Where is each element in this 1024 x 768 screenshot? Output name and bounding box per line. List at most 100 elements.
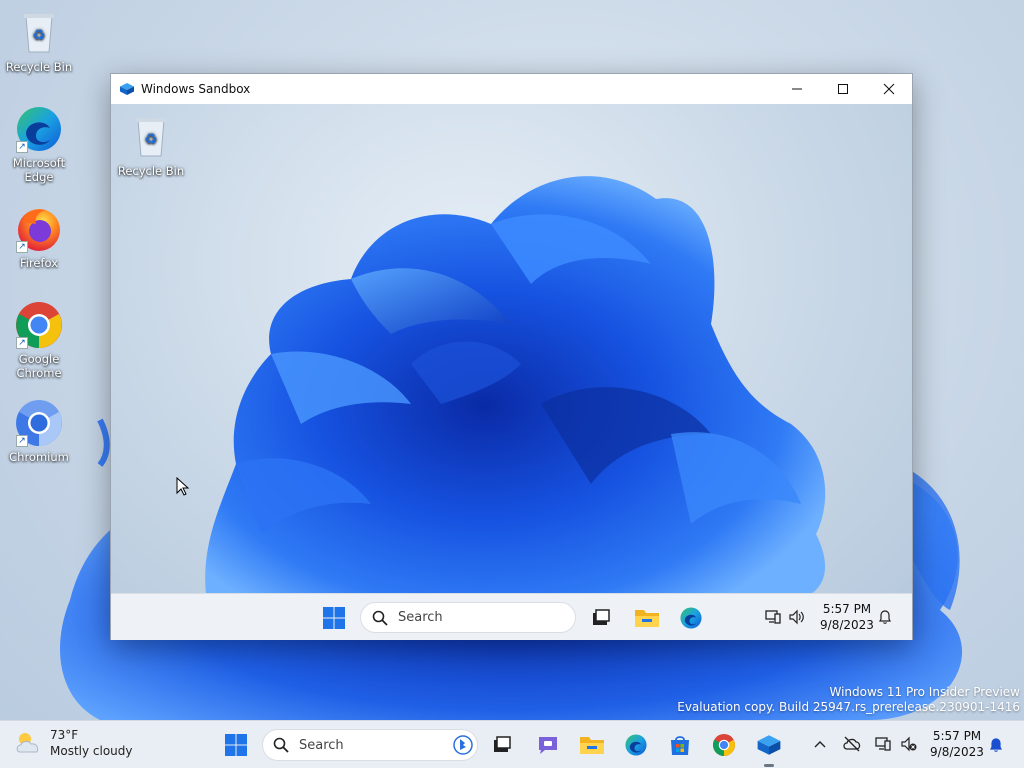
chevron-up-icon [814, 741, 826, 748]
search-icon [372, 610, 388, 626]
desktop-icon-edge[interactable]: ↗ Microsoft Edge [1, 104, 77, 184]
cloud-offline-icon [843, 736, 861, 752]
window-title: Windows Sandbox [141, 82, 251, 96]
sandbox-window[interactable]: Windows Sandbox ♻ Recycle Bin Search 5:5… [110, 73, 913, 640]
volume-status[interactable] [898, 734, 920, 754]
close-icon [883, 83, 895, 95]
maximize-button[interactable] [820, 74, 866, 104]
network-status[interactable] [872, 734, 894, 754]
sandbox-guest-desktop[interactable]: ♻ Recycle Bin Search 5:57 PM 9/8/2023 [111, 104, 912, 640]
taskbar-search-box[interactable]: Search [262, 729, 478, 761]
notifications-button[interactable] [987, 735, 1005, 755]
window-titlebar[interactable]: Windows Sandbox [111, 74, 912, 104]
onedrive-status[interactable] [840, 734, 864, 754]
network-icon [765, 610, 781, 624]
guest-network-icon[interactable] [763, 607, 783, 627]
shortcut-arrow-icon: ↗ [16, 337, 28, 349]
recycle-bin-icon: ♻ [126, 112, 176, 162]
guest-task-view-button[interactable] [589, 606, 613, 630]
desktop-icon-label: Firefox [19, 256, 59, 270]
edge-icon [680, 607, 702, 629]
folder-icon [580, 737, 604, 754]
guest-search-box[interactable]: Search [360, 602, 576, 633]
desktop-icon-label: Chromium [9, 450, 69, 464]
running-indicator [764, 764, 774, 767]
task-view-icon [494, 736, 511, 752]
network-icon [875, 737, 891, 751]
sandbox-app-icon [757, 735, 781, 755]
shortcut-arrow-icon: ↗ [16, 241, 28, 253]
task-view-icon [593, 609, 610, 625]
edge-icon: ↗ [14, 104, 64, 154]
watermark-line-2: Evaluation copy. Build 25947.rs_prerelea… [677, 700, 1020, 714]
guest-volume-icon[interactable] [787, 607, 807, 627]
search-placeholder: Search [398, 610, 443, 625]
weather-temperature: 73°F [50, 728, 79, 742]
taskbar-time: 5:57 PM [932, 729, 982, 743]
taskbar-clock[interactable]: 5:57 PM 9/8/2023 [922, 728, 992, 760]
minimize-button[interactable] [774, 74, 820, 104]
file-explorer-button[interactable] [578, 731, 606, 759]
volume-muted-icon [901, 736, 917, 752]
desktop-icon-chromium[interactable]: ↗ Chromium [1, 398, 77, 464]
close-button[interactable] [866, 74, 912, 104]
taskbar-date: 9/8/2023 [930, 745, 984, 759]
chromium-icon: ↗ [14, 398, 64, 448]
windows-logo-icon [225, 734, 247, 756]
desktop-icon-firefox[interactable]: ↗ Firefox [1, 204, 77, 270]
chrome-icon [712, 733, 736, 757]
store-icon [671, 736, 689, 755]
show-hidden-icons-button[interactable] [810, 735, 830, 755]
desktop-icon-label: Recycle Bin [117, 164, 185, 178]
teams-chat-button[interactable] [534, 731, 562, 759]
guest-file-explorer-button[interactable] [633, 604, 661, 632]
edge-button[interactable] [622, 731, 650, 759]
weather-description: Mostly cloudy [50, 744, 133, 758]
guest-date: 9/8/2023 [820, 618, 874, 632]
chat-icon [539, 737, 557, 754]
weather-widget[interactable]: 73°F Mostly cloudy [14, 727, 133, 759]
store-button[interactable] [666, 731, 694, 759]
bell-icon [879, 610, 891, 624]
evaluation-watermark: Windows 11 Pro Insider Preview Evaluatio… [677, 685, 1020, 715]
guest-clock[interactable]: 5:57 PM 9/8/2023 [811, 601, 883, 633]
sandbox-taskbar-button[interactable] [754, 729, 784, 761]
desktop-icon-label: Google Chrome [16, 352, 62, 380]
cloudy-weather-icon [16, 733, 39, 753]
watermark-line-1: Windows 11 Pro Insider Preview [829, 685, 1020, 699]
desktop-icon-label: Microsoft Edge [12, 156, 66, 184]
guest-edge-button[interactable] [677, 604, 705, 632]
guest-taskbar: Search 5:57 PM 9/8/2023 [111, 593, 912, 640]
guest-notifications-button[interactable] [876, 608, 894, 626]
bell-icon [990, 738, 1002, 752]
search-icon [273, 737, 289, 753]
svg-text:♻: ♻ [144, 130, 157, 148]
volume-icon [789, 609, 804, 625]
bing-icon [453, 735, 473, 755]
edge-icon [625, 734, 647, 756]
task-view-button[interactable] [490, 733, 514, 757]
sandbox-app-icon [120, 83, 134, 95]
shortcut-arrow-icon: ↗ [16, 141, 28, 153]
minimize-icon [792, 88, 802, 90]
recycle-bin-icon: ♻ [14, 8, 64, 58]
maximize-icon [838, 84, 848, 94]
desktop-icon-chrome[interactable]: ↗ Google Chrome [1, 300, 77, 380]
guest-start-button[interactable] [321, 605, 347, 631]
firefox-icon: ↗ [14, 204, 64, 254]
guest-wallpaper-bloom [205, 176, 826, 594]
guest-time: 5:57 PM [822, 602, 872, 616]
chrome-button[interactable] [710, 731, 738, 759]
mouse-cursor-icon [176, 477, 190, 496]
desktop-icon-recycle-bin[interactable]: ♻ Recycle Bin [1, 8, 77, 74]
folder-icon [635, 610, 659, 627]
host-taskbar: 73°F Mostly cloudy Search 5:57 PM 9/8/20… [0, 720, 1024, 768]
shortcut-arrow-icon: ↗ [16, 435, 28, 447]
svg-text:♻: ♻ [32, 26, 45, 44]
guest-desktop-icon-recycle-bin[interactable]: ♻ Recycle Bin [113, 112, 189, 178]
desktop-icon-label: Recycle Bin [5, 60, 73, 74]
search-placeholder: Search [299, 737, 344, 753]
start-button[interactable] [222, 731, 250, 759]
chrome-icon: ↗ [14, 300, 64, 350]
windows-logo-icon [323, 607, 345, 629]
